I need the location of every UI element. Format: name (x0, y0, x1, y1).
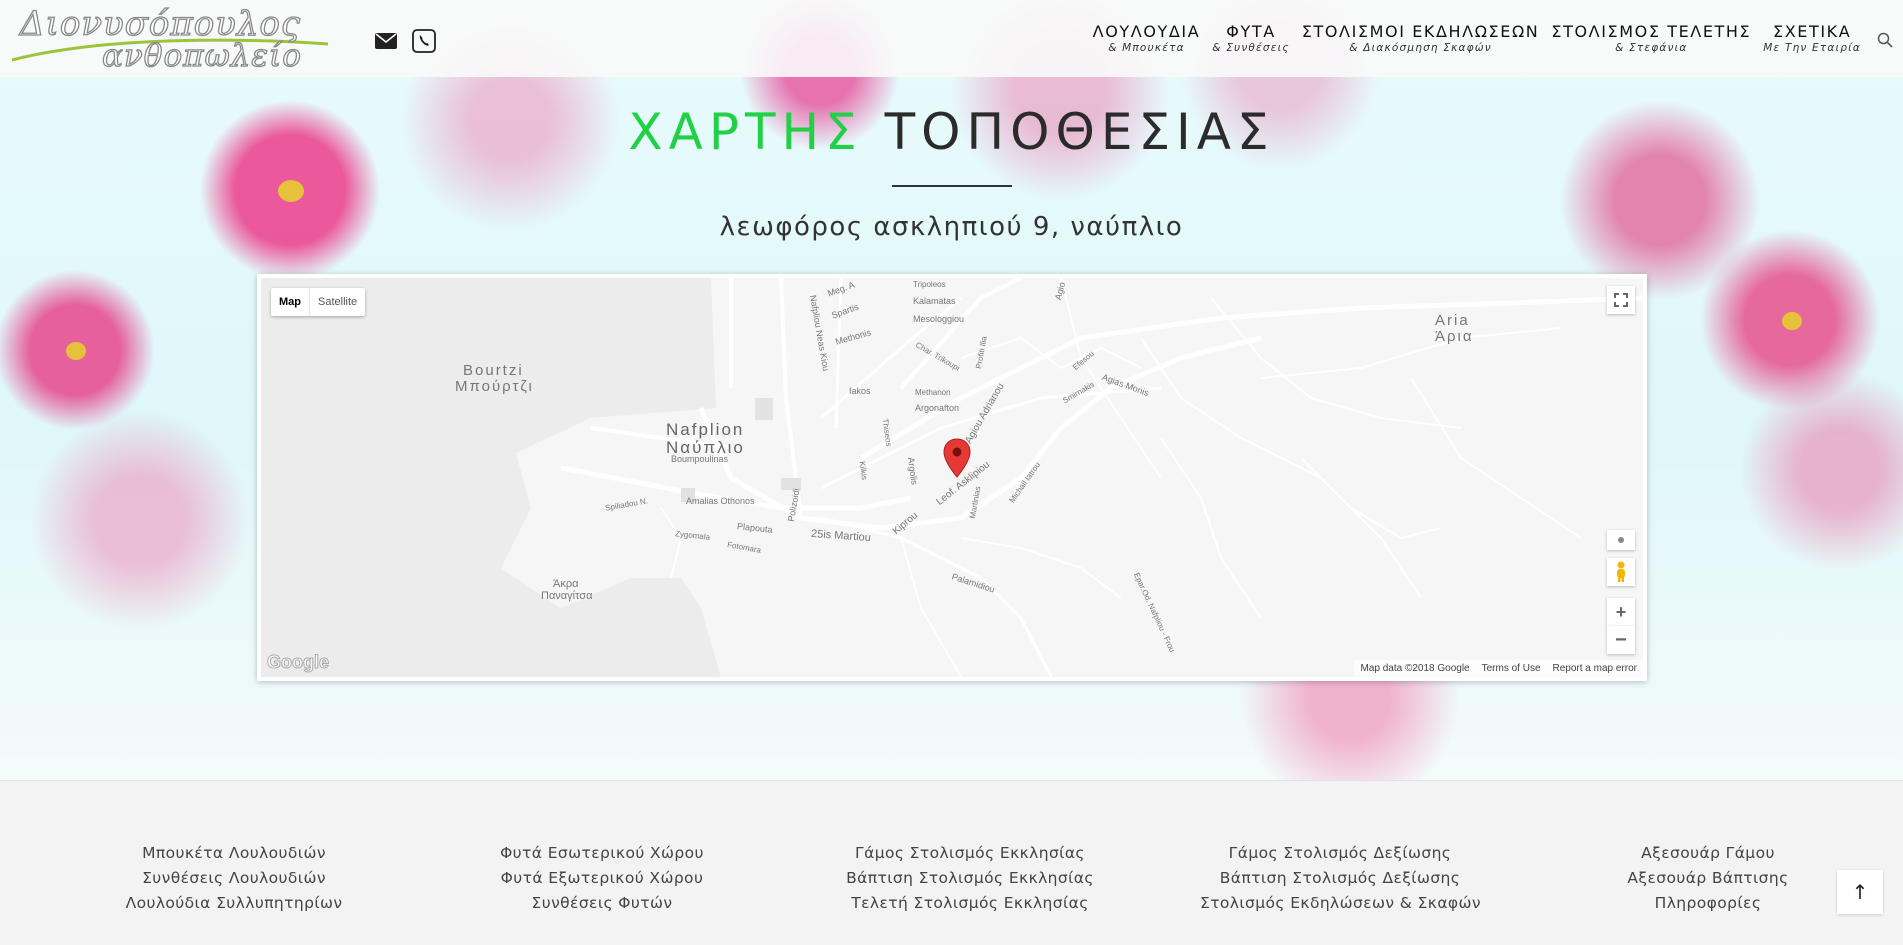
footer-column-plants: Φυτά Εσωτερικού Χώρου Φυτά Εξωτερικού Χώ… (482, 841, 722, 916)
footer-link[interactable]: Συνθέσεις Φυτών (482, 891, 722, 916)
map-label-aria: Aria (1435, 312, 1470, 329)
arrow-up-icon: ↑ (1851, 880, 1869, 904)
nav-title: ΛΟΥΛΟΥΔΙΑ (1092, 22, 1201, 41)
map-label-bourtzi: Bourtzi (463, 362, 524, 379)
pegman-icon (1617, 561, 1625, 582)
map-type-control: Map Satellite (271, 288, 366, 316)
nav-item-about[interactable]: ΣΧΕΤΙΚΑ Με Την Εταιρία (1757, 22, 1867, 55)
footer-link[interactable]: Γάμος Στολισμός Εκκλησίας (840, 841, 1100, 866)
map-type-satellite-button[interactable]: Satellite (309, 288, 365, 316)
footer-column-reception: Γάμος Στολισμός Δεξίωσης Βάπτιση Στολισμ… (1200, 841, 1481, 916)
map-label-street: Methanon (915, 388, 951, 397)
fullscreen-button[interactable] (1607, 286, 1635, 314)
footer-link[interactable]: Βάπτιση Στολισμός Δεξίωσης (1200, 866, 1480, 891)
plus-icon: + (1615, 601, 1627, 622)
fullscreen-icon (1614, 293, 1628, 307)
footer-link[interactable]: Λουλούδια Συλλυπητηρίων (114, 891, 354, 916)
scroll-to-top-button[interactable]: ↑ (1837, 870, 1883, 914)
map-data-text: Map data ©2018 Google (1360, 663, 1470, 674)
logo[interactable]: Διονυσόπουλος ανθοπωλείο (10, 3, 335, 75)
phone-icon[interactable] (412, 29, 436, 53)
search-icon[interactable] (1877, 32, 1893, 52)
nav-title: ΣΧΕΤΙΚΑ (1772, 22, 1852, 41)
main-nav: ΛΟΥΛΟΥΔΙΑ & Μπουκέτα ΦΥΤΑ & Συνθέσεις ΣΤ… (1087, 22, 1867, 55)
footer-link[interactable]: Πληροφορίες (1598, 891, 1818, 916)
map-label-akra: Άκρα (553, 578, 579, 590)
footer-link[interactable]: Τελετή Στολισμός Εκκλησίας (840, 891, 1100, 916)
nav-subtitle: & Στεφάνια (1615, 42, 1688, 54)
email-icon[interactable] (374, 29, 398, 53)
footer-link[interactable]: Γάμος Στολισμός Δεξίωσης (1200, 841, 1480, 866)
contact-icons (374, 29, 436, 53)
flower-center-decoration (1782, 312, 1802, 330)
flower-center-decoration (66, 342, 86, 360)
zoom-out-button[interactable]: − (1607, 626, 1635, 654)
footer-link[interactable]: Βάπτιση Στολισμός Εκκλησίας (840, 866, 1100, 891)
page-title: ΧΑΡΤΗΣ ΤΟΠΟΘΕΣΙΑΣ (0, 103, 1903, 161)
footer-link[interactable]: Αξεσουάρ Γάμου (1598, 841, 1818, 866)
map-attribution: Map data ©2018 Google Terms of Use Repor… (1354, 660, 1643, 677)
nav-subtitle: Με Την Εταιρία (1763, 42, 1861, 54)
nav-item-events[interactable]: ΣΤΟΛΙΣΜΟΙ ΕΚΔΗΛΩΣΕΩΝ & Διακόσμηση Σκαφών (1296, 22, 1546, 55)
map-label-street: Iakos (849, 386, 871, 396)
nav-subtitle: & Μπουκέτα (1108, 42, 1185, 54)
map-label-street: Kalamatas (913, 296, 956, 306)
map-label-street: Argonafton (915, 403, 960, 413)
title-divider (892, 185, 1012, 187)
zoom-in-button[interactable]: + (1607, 598, 1635, 626)
footer-link[interactable]: Φυτά Εξωτερικού Χώρου (482, 866, 722, 891)
flower-center-decoration (278, 180, 304, 202)
site-footer: Μπουκέτα Λουλουδιών Συνθέσεις Λουλουδιών… (0, 780, 1903, 945)
minus-icon: − (1615, 628, 1627, 651)
map-label-street: Boumpoulinas (671, 454, 729, 464)
google-logo: Google (267, 652, 330, 673)
map-label-street: Tripoleos (913, 280, 946, 289)
nav-title: ΣΤΟΛΙΣΜΟΣ ΤΕΛΕΤΗΣ (1551, 22, 1752, 41)
footer-column-flowers: Μπουκέτα Λουλουδιών Συνθέσεις Λουλουδιών… (114, 841, 354, 916)
nav-subtitle: & Διακόσμηση Σκαφών (1349, 42, 1492, 54)
map-label-street: Amalias Othonos (686, 496, 755, 506)
dot-icon (1618, 537, 1624, 543)
footer-column-accessories: Αξεσουάρ Γάμου Αξεσουάρ Βάπτισης Πληροφο… (1598, 841, 1818, 916)
footer-link[interactable]: Μπουκέτα Λουλουδιών (114, 841, 354, 866)
logo-line2: ανθοπωλείο (101, 37, 302, 74)
footer-link[interactable]: Αξεσουάρ Βάπτισης (1598, 866, 1818, 891)
nav-item-flowers[interactable]: ΛΟΥΛΟΥΔΙΑ & Μπουκέτα (1087, 22, 1207, 55)
map-marker-icon[interactable] (943, 438, 971, 478)
map-rotate-button[interactable] (1607, 530, 1635, 550)
nav-item-plants[interactable]: ΦΥΤΑ & Συνθέσεις (1206, 22, 1295, 55)
google-map[interactable]: Bourtzi Μπούρτζι Nafplion Ναύπλιο Aria Ά… (257, 274, 1647, 681)
footer-column-church: Γάμος Στολισμός Εκκλησίας Βάπτιση Στολισ… (840, 841, 1100, 916)
page-title-accent: ΧΑΡΤΗΣ (628, 103, 863, 161)
nav-title: ΦΥΤΑ (1226, 22, 1276, 41)
page-title-rest: ΤΟΠΟΘΕΣΙΑΣ (862, 103, 1275, 161)
pegman-button[interactable] (1607, 558, 1635, 586)
address-text: λεωφόρος ασκληπιού 9, ναύπλιο (719, 212, 1184, 242)
map-label-panagitsa: Παναγίτσα (541, 590, 593, 602)
map-label-nafplion: Nafplion (666, 420, 745, 439)
nav-title: ΣΤΟΛΙΣΜΟΙ ΕΚΔΗΛΩΣΕΩΝ (1301, 22, 1540, 41)
footer-link[interactable]: Συνθέσεις Λουλουδιών (114, 866, 354, 891)
nav-item-ceremony[interactable]: ΣΤΟΛΙΣΜΟΣ ΤΕΛΕΤΗΣ & Στεφάνια (1545, 22, 1757, 55)
map-label-bourtzi-gr: Μπούρτζι (455, 378, 534, 395)
footer-link[interactable]: Στολισμός Εκδηλώσεων & Σκαφών (1200, 891, 1481, 916)
map-label-aria-gr: Άρια (1435, 328, 1474, 345)
map-type-map-button[interactable]: Map (271, 288, 309, 316)
footer-link[interactable]: Φυτά Εσωτερικού Χώρου (482, 841, 722, 866)
report-error-link[interactable]: Report a map error (1553, 663, 1637, 674)
map-label-street: Mesologgiou (913, 314, 965, 324)
site-header: Διονυσόπουλος ανθοπωλείο ΛΟΥΛΟΥΔΙΑ & Μπο… (0, 0, 1903, 77)
nav-subtitle: & Συνθέσεις (1212, 42, 1290, 54)
terms-link[interactable]: Terms of Use (1482, 663, 1541, 674)
